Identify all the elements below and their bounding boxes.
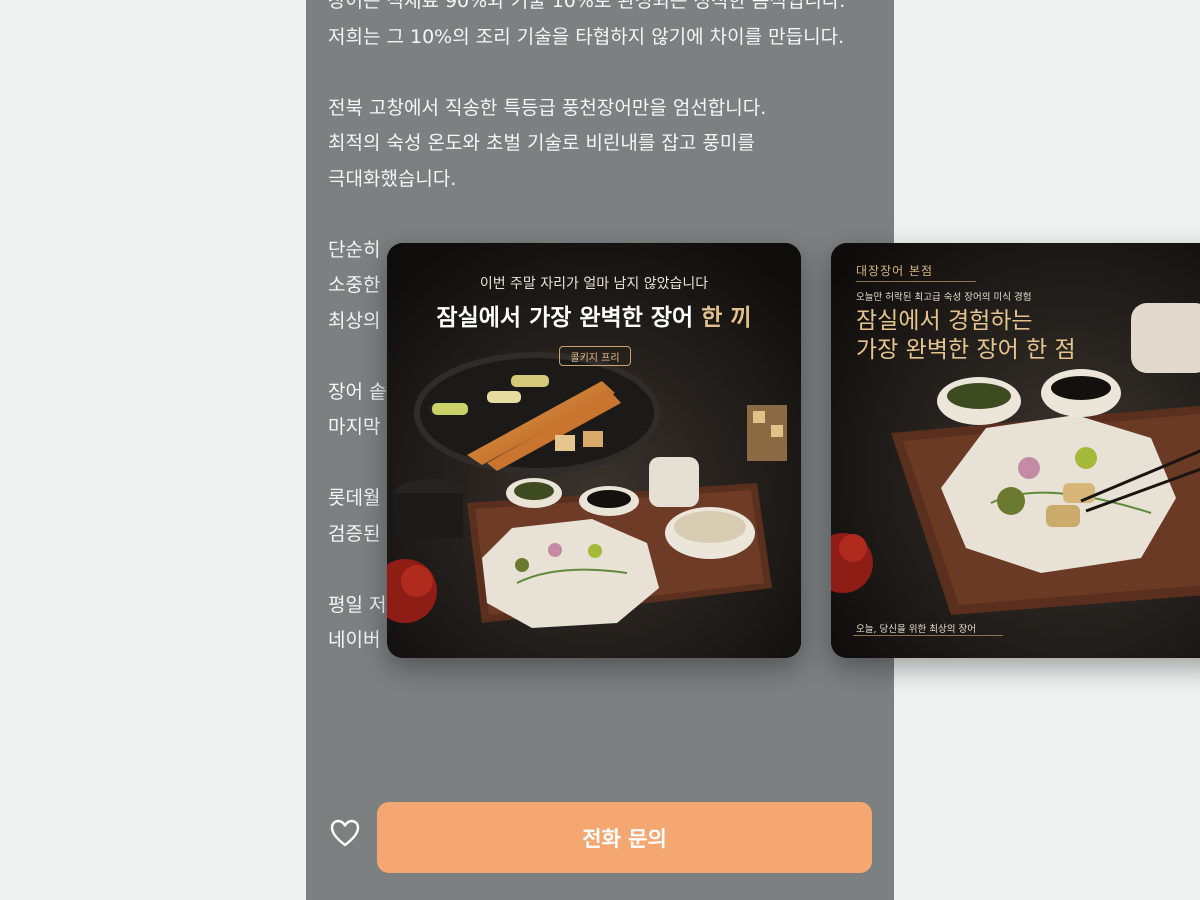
card2-title-line2: 가장 완벽한 장어 한 점 [856,337,1076,363]
card1-title: 잠실에서 가장 완벽한 장어 한 끼 [387,298,801,332]
card2-title-line1: 잠실에서 경험하는 [856,308,1033,334]
card2-divider [856,281,976,282]
promo-image-card-1[interactable]: 이번 주말 자리가 얼마 남지 않았습니다 잠실에서 가장 완벽한 장어 한 끼… [387,243,801,658]
card2-footer: 오늘, 당신을 위한 최상의 장어 [856,624,976,635]
card1-subtitle: 이번 주말 자리가 얼마 남지 않았습니다 [479,276,709,292]
heart-outline-icon [330,819,360,851]
like-button[interactable] [328,818,362,852]
card2-brand: 대장장어 본점 [856,264,934,278]
card2-footer-divider [853,635,1003,636]
promo-image-card-2[interactable]: 대장장어 본점 오늘만 허락된 최고급 숙성 장어의 미식 경험 잠실에서 경험… [831,243,1200,658]
card2-subtitle: 오늘만 허락된 최고급 숙성 장어의 미식 경험 [856,292,1032,303]
card2-title: 잠실에서 경험하는 가장 완벽한 장어 한 점 [856,307,1076,365]
card1-title-highlight: 한 끼 [701,304,752,331]
phone-inquiry-button[interactable]: 전화 문의 [377,802,872,873]
card1-badge: 콜키지 프리 [559,346,631,366]
eel-meal-photo-2 [831,243,1200,658]
card1-title-main: 잠실에서 가장 완벽한 장어 [436,304,694,331]
